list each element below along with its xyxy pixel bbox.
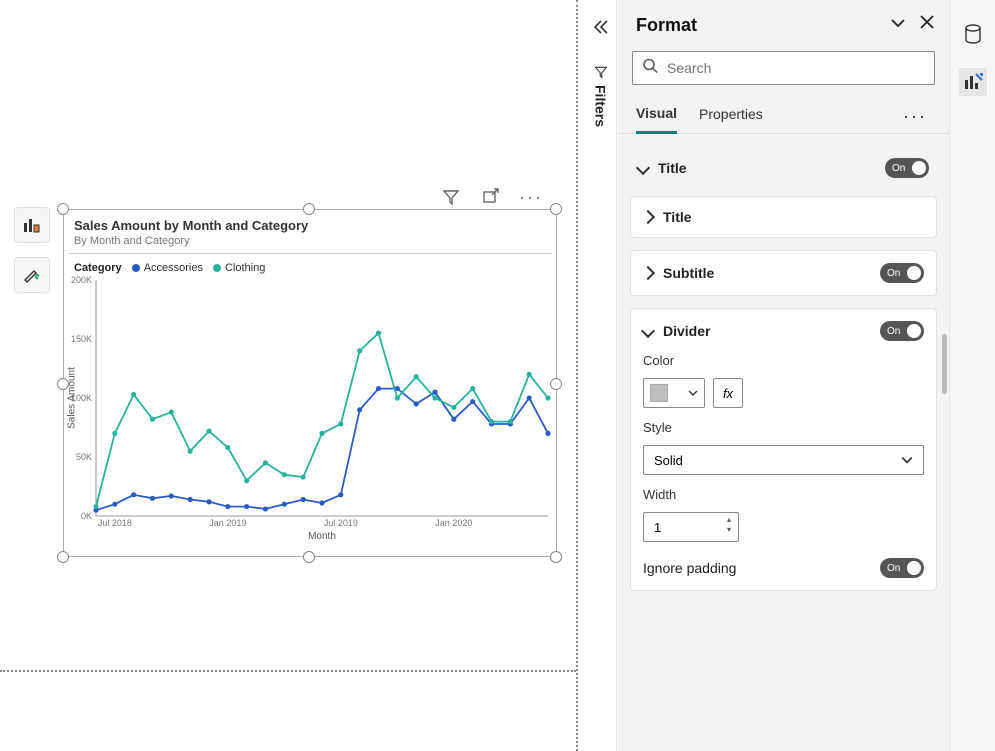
chevron-down-icon: [641, 324, 655, 338]
x-tick: Jul 2018: [98, 518, 132, 528]
subtitle-toggle[interactable]: On: [880, 263, 924, 283]
format-pane: Format Visual Properties ··· Title On Ti…: [618, 0, 950, 751]
chart-legend: Category Accessories Clothing: [64, 254, 556, 278]
y-tick: 200K: [71, 275, 92, 285]
search-field: [632, 51, 935, 85]
legend-item-b: Clothing: [225, 262, 265, 274]
more-format-options-icon[interactable]: ···: [903, 106, 931, 127]
legend-dot-clothing: [213, 264, 221, 272]
chevron-down-icon: [688, 388, 698, 398]
expand-filters-icon[interactable]: [592, 18, 610, 41]
style-select[interactable]: Solid: [643, 445, 924, 475]
chart-visual[interactable]: Sales Amount by Month and Category By Mo…: [63, 209, 557, 557]
filters-label[interactable]: Filters: [593, 65, 609, 127]
more-options-icon[interactable]: ···: [520, 186, 542, 208]
scrollbar-thumb[interactable]: [942, 334, 947, 394]
search-input[interactable]: [632, 51, 935, 85]
resize-handle[interactable]: [550, 551, 562, 563]
tab-visual[interactable]: Visual: [636, 99, 677, 134]
filters-pane-collapsed: Filters: [585, 0, 617, 751]
resize-handle[interactable]: [57, 203, 69, 215]
legend-dot-accessories: [132, 264, 140, 272]
tab-properties[interactable]: Properties: [699, 100, 763, 132]
filter-icon[interactable]: [440, 186, 462, 208]
switch-visual-icon[interactable]: [14, 207, 50, 243]
focus-mode-icon[interactable]: [480, 186, 502, 208]
chevron-down-icon: [901, 454, 913, 466]
legend-item-a: Accessories: [144, 262, 203, 274]
resize-handle[interactable]: [303, 551, 315, 563]
y-tick: 0K: [81, 511, 92, 521]
chevron-down-icon: [636, 161, 650, 175]
resize-handle[interactable]: [57, 551, 69, 563]
width-label: Width: [643, 487, 924, 502]
resize-handle[interactable]: [303, 203, 315, 215]
legend-label: Category: [74, 262, 122, 274]
data-pane-icon[interactable]: [959, 20, 987, 48]
ignore-padding-label: Ignore padding: [643, 560, 736, 576]
visual-side-toolbar: [14, 207, 50, 293]
format-brush-icon[interactable]: [14, 257, 50, 293]
step-up-icon[interactable]: ▴: [724, 515, 734, 525]
x-tick: Jan 2020: [435, 518, 472, 528]
chevron-down-icon[interactable]: [889, 14, 907, 37]
format-pane-icon[interactable]: [959, 68, 987, 96]
search-icon: [642, 58, 658, 79]
y-tick: 150K: [71, 334, 92, 344]
color-label: Color: [643, 353, 924, 368]
color-swatch: [650, 384, 668, 402]
card-title: Title: [630, 196, 937, 238]
resize-handle[interactable]: [550, 203, 562, 215]
chart-plot: Sales Amount Month 0K50K100K150K200KJul …: [96, 280, 548, 516]
step-down-icon[interactable]: ▾: [724, 525, 734, 535]
right-rail: [950, 0, 995, 751]
card-divider: Divider On Color fx Style Solid Width 1 …: [630, 308, 937, 591]
x-axis-label: Month: [308, 531, 336, 542]
color-picker[interactable]: [643, 378, 705, 408]
close-icon[interactable]: [919, 14, 935, 37]
resize-handle[interactable]: [57, 378, 69, 390]
format-pane-title: Format: [636, 15, 697, 36]
divider-toggle[interactable]: On: [880, 321, 924, 341]
chevron-right-icon: [641, 210, 655, 224]
y-tick: 50K: [76, 452, 92, 462]
x-tick: Jul 2019: [324, 518, 358, 528]
card-subtitle: Subtitle On: [630, 250, 937, 296]
chevron-right-icon: [641, 266, 655, 280]
y-tick: 100K: [71, 393, 92, 403]
fx-button[interactable]: fx: [713, 378, 743, 408]
title-toggle[interactable]: On: [885, 158, 929, 178]
ignore-padding-toggle[interactable]: On: [880, 558, 924, 578]
resize-handle[interactable]: [550, 378, 562, 390]
section-title[interactable]: Title On: [630, 152, 937, 184]
chart-subtitle: By Month and Category: [64, 235, 556, 253]
width-stepper[interactable]: 1 ▴▾: [643, 512, 739, 542]
x-tick: Jan 2019: [209, 518, 246, 528]
style-label: Style: [643, 420, 924, 435]
